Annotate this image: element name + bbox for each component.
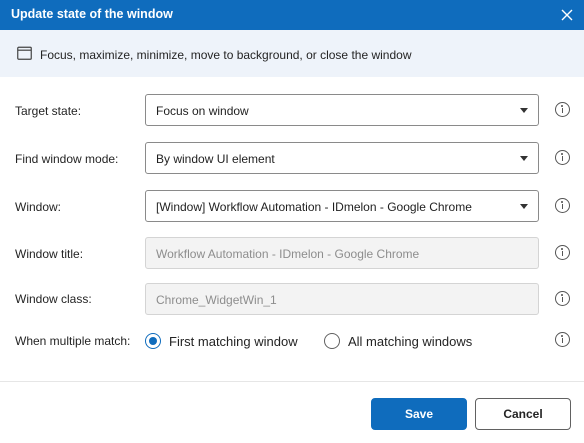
- info-icon[interactable]: [555, 198, 570, 213]
- dialog-description: Focus, maximize, minimize, move to backg…: [40, 48, 412, 62]
- window-title-field: Workflow Automation - IDmelon - Google C…: [145, 237, 539, 269]
- window-icon: [17, 46, 32, 60]
- update-window-state-dialog: Update state of the window Focus, maximi…: [0, 0, 584, 443]
- radio-first-matching-label: First matching window: [169, 333, 298, 349]
- window-title-placeholder: Workflow Automation - IDmelon - Google C…: [156, 247, 420, 261]
- footer-divider: [0, 381, 584, 382]
- close-button[interactable]: [550, 0, 584, 30]
- find-window-mode-dropdown[interactable]: By window UI element: [145, 142, 539, 174]
- window-dropdown[interactable]: [Window] Workflow Automation - IDmelon -…: [145, 190, 539, 222]
- window-title-label: Window title:: [15, 247, 84, 261]
- window-label: Window:: [15, 200, 62, 214]
- multiple-match-label: When multiple match:: [15, 334, 131, 348]
- info-icon[interactable]: [555, 245, 570, 260]
- target-state-dropdown[interactable]: Focus on window: [145, 94, 539, 126]
- radio-all-matching-windows[interactable]: All matching windows: [324, 331, 472, 351]
- cancel-button[interactable]: Cancel: [475, 398, 571, 430]
- find-window-mode-value: By window UI element: [156, 152, 275, 166]
- target-state-value: Focus on window: [156, 104, 249, 118]
- info-icon[interactable]: [555, 102, 570, 117]
- description-bar: Focus, maximize, minimize, move to backg…: [0, 30, 584, 77]
- close-icon: [561, 9, 573, 21]
- info-icon[interactable]: [555, 150, 570, 165]
- radio-all-matching-label: All matching windows: [348, 333, 473, 349]
- radio-first-matching-window[interactable]: First matching window: [145, 331, 298, 351]
- radio-unchecked[interactable]: [324, 333, 340, 349]
- dialog-title: Update state of the window: [11, 7, 173, 21]
- window-class-label: Window class:: [15, 292, 92, 306]
- title-bar: Update state of the window: [0, 0, 584, 30]
- window-class-placeholder: Chrome_WidgetWin_1: [156, 293, 277, 307]
- find-window-mode-label: Find window mode:: [15, 152, 119, 166]
- window-class-field: Chrome_WidgetWin_1: [145, 283, 539, 315]
- chevron-down-icon: [520, 204, 528, 209]
- save-button[interactable]: Save: [371, 398, 467, 430]
- info-icon[interactable]: [555, 291, 570, 306]
- chevron-down-icon: [520, 108, 528, 113]
- radio-checked[interactable]: [145, 333, 161, 349]
- window-value: [Window] Workflow Automation - IDmelon -…: [156, 200, 472, 214]
- info-icon[interactable]: [555, 332, 570, 347]
- chevron-down-icon: [520, 156, 528, 161]
- target-state-label: Target state:: [15, 104, 82, 118]
